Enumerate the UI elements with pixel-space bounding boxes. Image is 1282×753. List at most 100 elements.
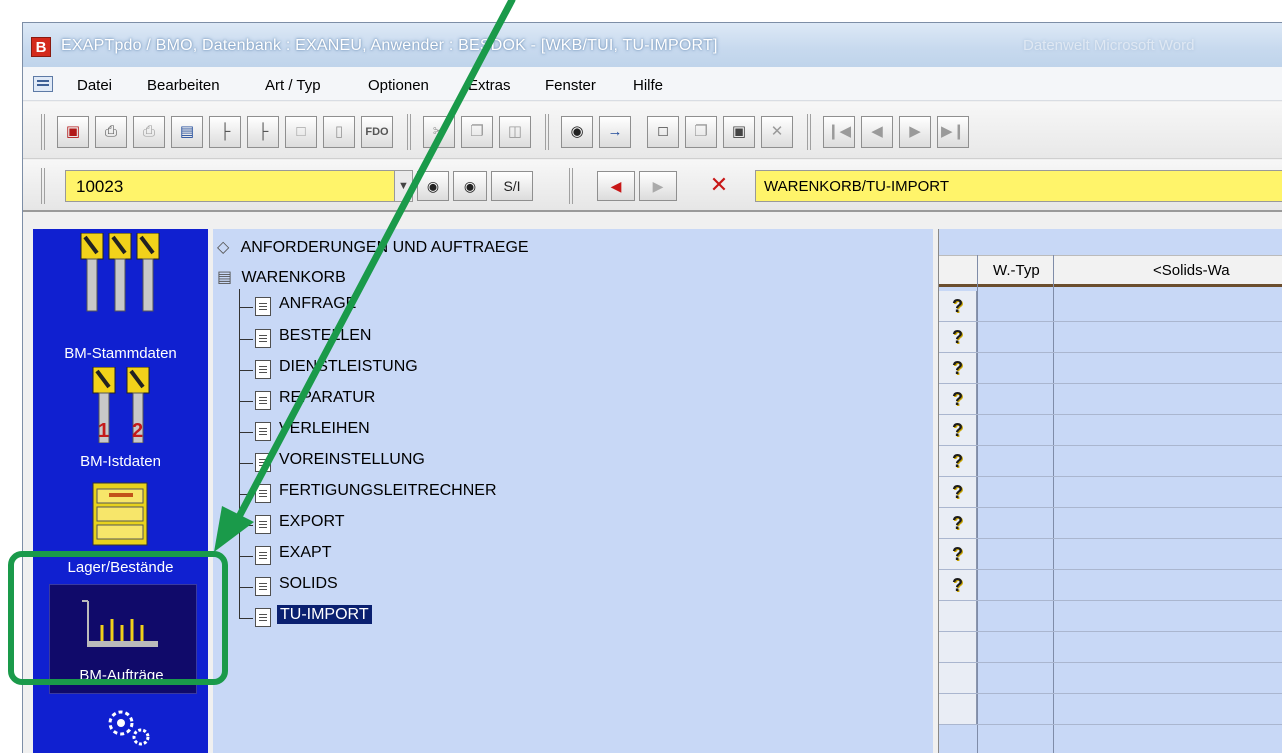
row-status-marker[interactable]: ?	[939, 446, 977, 476]
row-status-marker[interactable]: ?	[939, 477, 977, 507]
tree-add-button[interactable]: ├	[209, 116, 241, 148]
print-preview-button[interactable]: ⎙	[133, 116, 165, 148]
row-divider	[939, 507, 1282, 508]
back-button[interactable]: ◀	[597, 171, 635, 201]
search-list-button[interactable]: ◉	[453, 171, 487, 201]
row-status-marker[interactable]: ?	[939, 539, 977, 569]
row-status-marker[interactable]: ?	[939, 384, 977, 414]
copy-button[interactable]: ❐	[461, 116, 493, 148]
row-divider	[939, 569, 1282, 570]
main-toolbar: ▣ ⎙ ⎙ ▤ ├ ├ □ ▯ FDO ✂ ❐ ◫ ◉ → □ ❐ ▣ ✕ ❙◀…	[23, 102, 1282, 159]
tree-item-solids[interactable]: SOLIDS	[279, 575, 338, 599]
empty-row-marker[interactable]	[939, 694, 977, 724]
document-icon	[255, 515, 271, 534]
tree-connector	[239, 556, 253, 557]
exit-button[interactable]: ▣	[57, 116, 89, 148]
row-status-marker[interactable]: ?	[939, 415, 977, 445]
record-number-value: 10023	[76, 177, 124, 196]
toolbar-grip[interactable]	[407, 114, 411, 150]
new-button[interactable]: □	[647, 116, 679, 148]
path-value: WARENKORB/TU-IMPORT	[764, 178, 950, 195]
tree-item-tu-import[interactable]: TU-IMPORT	[277, 605, 372, 630]
toolbar-grip[interactable]	[807, 114, 811, 150]
sidebar-item-bm-stammdaten[interactable]: BM-Stammdaten	[33, 345, 208, 362]
view-button[interactable]: ▤	[171, 116, 203, 148]
fdo-button[interactable]: FDO	[361, 116, 393, 148]
row-status-marker[interactable]: ?	[939, 570, 977, 600]
tree-item-exapt[interactable]: EXAPT	[279, 544, 331, 568]
row-status-marker[interactable]: ?	[939, 353, 977, 383]
row-divider	[939, 321, 1282, 322]
tree-item-export[interactable]: EXPORT	[279, 513, 345, 537]
column-header-solids-wa[interactable]: <Solids-Wa	[1153, 262, 1230, 279]
blank-button[interactable]: □	[285, 116, 317, 148]
gears-icon[interactable]	[103, 707, 153, 747]
chevron-down-icon[interactable]: ▼	[394, 171, 412, 201]
tree-item-bestellen[interactable]: BESTELLEN	[279, 327, 371, 351]
first-record-button[interactable]: ❙◀	[823, 116, 855, 148]
tree-item-reparatur[interactable]: REPARATUR	[279, 389, 375, 413]
path-field: WARENKORB/TU-IMPORT	[755, 170, 1282, 202]
tree-item-anfrage[interactable]: ANFRAGE	[279, 295, 356, 319]
title-bar: B EXAPTpdo / BMO, Datenbank : EXANEU, An…	[23, 23, 1282, 67]
empty-row-marker[interactable]	[939, 663, 977, 693]
previous-record-button[interactable]: ◀	[861, 116, 893, 148]
duplicate-button[interactable]: ❐	[685, 116, 717, 148]
tree-root-anforderungen[interactable]: ◇ ANFORDERUNGEN UND AUFTRAEGE	[217, 237, 529, 261]
menu-art-typ[interactable]: Art / Typ	[265, 77, 321, 94]
menu-optionen[interactable]: Optionen	[368, 77, 429, 94]
document-edit-button[interactable]: ▯	[323, 116, 355, 148]
delete-button[interactable]: ✕	[761, 116, 793, 148]
toolbar-grip[interactable]	[545, 114, 549, 150]
close-path-button[interactable]: ✕	[699, 171, 739, 201]
row-status-marker[interactable]: ?	[939, 291, 977, 321]
empty-row-marker[interactable]	[939, 632, 977, 662]
row-status-marker[interactable]: ?	[939, 508, 977, 538]
row-divider	[939, 414, 1282, 415]
question-icon: ?	[952, 575, 963, 595]
toolbar-grip[interactable]	[569, 168, 573, 204]
folder-closed-icon: ◇	[217, 239, 230, 256]
row-divider	[939, 693, 1282, 694]
previous-record-icon: ◀	[871, 123, 883, 140]
tree-item-verleihen[interactable]: VERLEIHEN	[279, 420, 370, 444]
paste-button[interactable]: ◫	[499, 116, 531, 148]
tree-item-dienstleistung[interactable]: DIENSTLEISTUNG	[279, 358, 418, 382]
find-button[interactable]: ◉	[561, 116, 593, 148]
tree-connector	[239, 463, 253, 464]
document-menu-icon[interactable]	[33, 76, 53, 92]
next-record-button[interactable]: ▶	[899, 116, 931, 148]
menu-datei[interactable]: Datei	[77, 77, 112, 94]
menu-bearbeiten[interactable]: Bearbeiten	[147, 77, 220, 94]
fdo-label: FDO	[365, 126, 389, 138]
document-icon	[255, 608, 271, 627]
save-button[interactable]: ▣	[723, 116, 755, 148]
tree-root-warenkorb[interactable]: ▤ WARENKORB	[217, 267, 346, 291]
forward-button[interactable]: ▶	[639, 171, 677, 201]
empty-row-marker[interactable]	[939, 601, 977, 631]
row-status-marker[interactable]: ?	[939, 322, 977, 352]
tree-item-fertigungsleitrechner[interactable]: FERTIGUNGSLEITRECHNER	[279, 482, 497, 506]
tree-connector	[239, 618, 253, 619]
app-logo-icon[interactable]: B	[31, 37, 51, 57]
find-next-button[interactable]: →	[599, 116, 631, 148]
tree-item-voreinstellung[interactable]: VOREINSTELLUNG	[279, 451, 425, 475]
record-number-combo[interactable]: 10023 ▼	[65, 170, 413, 202]
menu-hilfe[interactable]: Hilfe	[633, 77, 663, 94]
last-record-button[interactable]: ▶❙	[937, 116, 969, 148]
svg-text:1: 1	[98, 420, 109, 442]
binoculars-icon: ◉	[426, 178, 440, 194]
column-header-w-typ[interactable]: W.-Typ	[993, 262, 1040, 279]
exit-icon: ▣	[65, 123, 81, 140]
print-button[interactable]: ⎙	[95, 116, 127, 148]
menu-fenster[interactable]: Fenster	[545, 77, 596, 94]
search-button[interactable]: ◉	[417, 171, 449, 201]
toolbar-grip[interactable]	[41, 168, 45, 204]
cut-button[interactable]: ✂	[423, 116, 455, 148]
highlight-box	[8, 551, 228, 685]
menu-extras[interactable]: Extras	[468, 77, 511, 94]
si-button[interactable]: S/I	[491, 171, 533, 201]
sidebar-item-bm-istdaten[interactable]: BM-Istdaten	[33, 453, 208, 470]
tree-edit-button[interactable]: ├	[247, 116, 279, 148]
toolbar-grip[interactable]	[41, 114, 45, 150]
